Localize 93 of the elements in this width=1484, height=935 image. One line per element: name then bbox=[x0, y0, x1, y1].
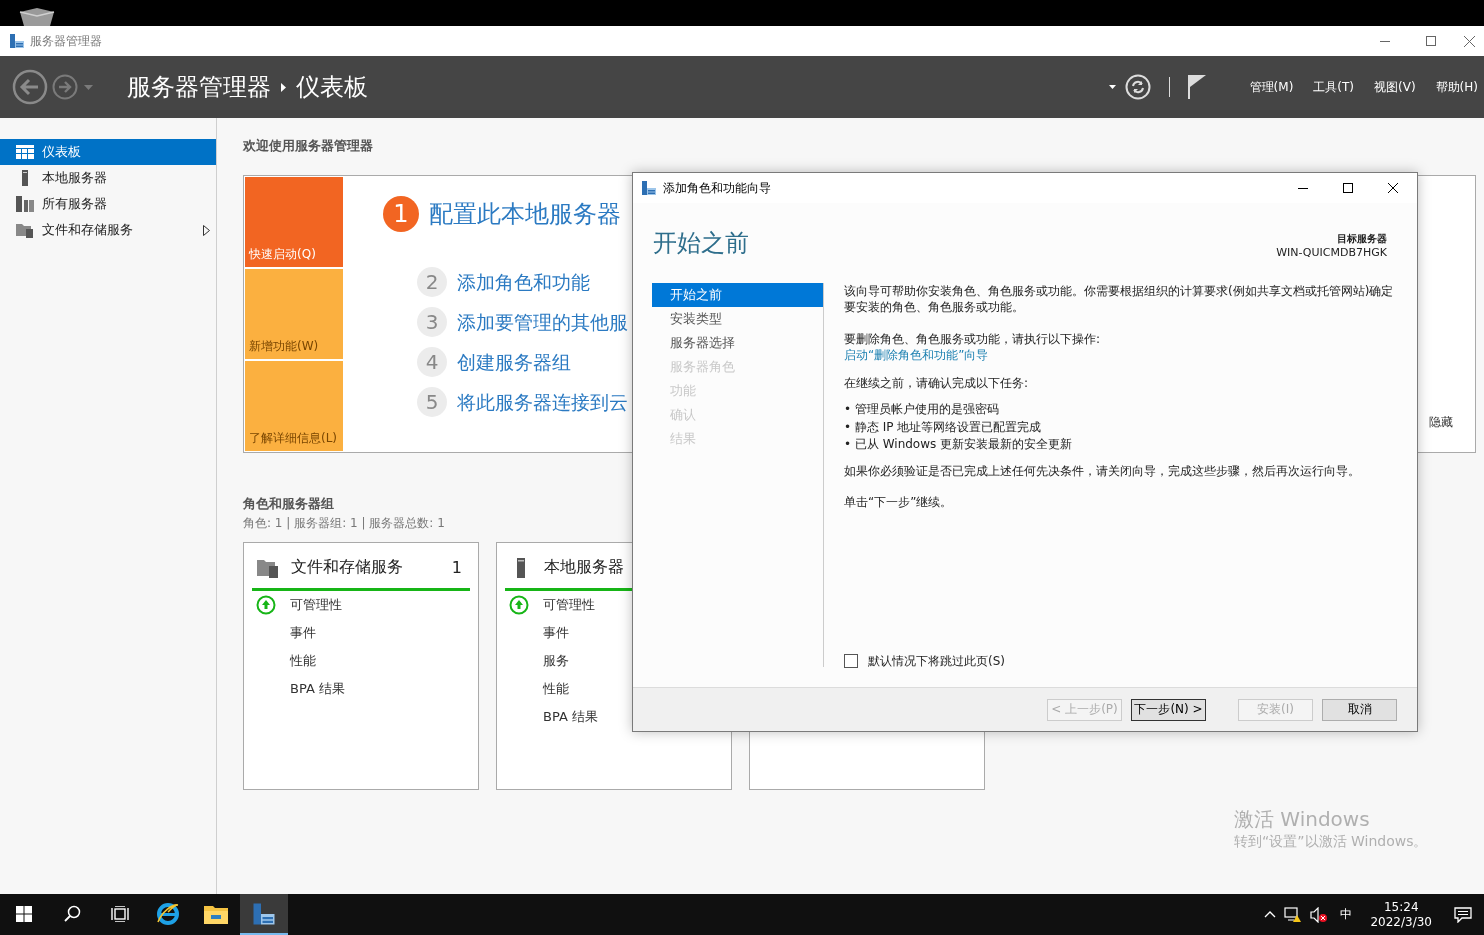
wizard-step[interactable]: 开始之前 bbox=[652, 283, 823, 307]
back-button[interactable] bbox=[12, 69, 48, 105]
sidebar-item[interactable]: 本地服务器 bbox=[0, 165, 216, 191]
menu-item[interactable]: 管理(M) bbox=[1249, 78, 1294, 96]
card-item[interactable]: 事件 bbox=[290, 624, 316, 642]
step-number: 4 bbox=[417, 347, 447, 377]
prerequisite-note: 如果你必须验证是否已完成上述任何先决条件，请关闭向导，完成这些步骤，然后再次运行向导。 bbox=[844, 462, 1361, 479]
section-heading: 欢迎使用服务器管理器 bbox=[243, 137, 373, 155]
tasks-intro: 在继续之前，请确认完成以下任务: bbox=[844, 375, 1030, 391]
wizard-step[interactable]: 安装类型 bbox=[652, 307, 823, 331]
card-item[interactable]: 服务 bbox=[543, 652, 569, 670]
clock[interactable]: 15:24 2022/3/30 bbox=[1364, 899, 1438, 930]
target-server-label: 目标服务器 bbox=[1337, 232, 1387, 246]
input-method-indicator[interactable]: 中 bbox=[1336, 906, 1357, 923]
breadcrumb-item: 服务器管理器 bbox=[127, 72, 271, 103]
card-item[interactable]: 可管理性 bbox=[290, 596, 342, 614]
dialog-button[interactable]: 下一步(N) > bbox=[1131, 698, 1206, 721]
desktop-icon bbox=[18, 8, 56, 26]
volume-muted-icon[interactable] bbox=[1310, 906, 1329, 923]
task-item: • 管理员帐户使用的是强密码 bbox=[844, 401, 1000, 418]
task-item: • 已从 Windows 更新安装最新的安全更新 bbox=[844, 436, 1074, 453]
section-heading: 角色和服务器组 bbox=[243, 495, 334, 513]
sidebar-item[interactable]: 所有服务器 bbox=[0, 191, 216, 217]
menu-item[interactable]: 工具(T) bbox=[1313, 78, 1355, 96]
wizard-step[interactable]: 服务器选择 bbox=[652, 331, 823, 355]
servers-icon bbox=[16, 196, 34, 212]
minimize-icon bbox=[1297, 187, 1308, 189]
network-warning-icon[interactable] bbox=[1284, 906, 1303, 923]
breadcrumb-separator-icon bbox=[281, 82, 286, 92]
browser-icon bbox=[156, 901, 180, 926]
remove-wizard-link[interactable]: 启动“删除角色和功能”向导 bbox=[844, 347, 1395, 363]
card-item[interactable]: 可管理性 bbox=[543, 596, 595, 614]
app-icon bbox=[9, 33, 25, 49]
checkbox-label[interactable]: 默认情况下将跳过此页(S) bbox=[868, 653, 1005, 669]
card-item[interactable]: 性能 bbox=[290, 652, 316, 670]
remove-instruction: 要删除角色、角色服务或功能，请执行以下操作: bbox=[844, 331, 1102, 347]
folder-icon bbox=[204, 903, 228, 924]
windows-logo-icon bbox=[16, 905, 32, 922]
dialog-title: 添加角色和功能向导 bbox=[663, 179, 771, 197]
step-link[interactable]: 配置此本地服务器 bbox=[429, 198, 621, 230]
sidebar-item[interactable]: 仪表板 bbox=[0, 139, 216, 165]
minimize-icon bbox=[1380, 40, 1390, 42]
continue-hint: 单击“下一步”继续。 bbox=[844, 493, 954, 510]
intro-text: 该向导可帮助你安装角色、角色服务或功能。你需要根据组织的计算要求(例如共享文档或托管网站)确定要安装的角色、角色服务或功能。 bbox=[844, 283, 1395, 315]
maximize-icon bbox=[1342, 183, 1353, 193]
chevron-up-icon[interactable] bbox=[1264, 911, 1277, 918]
dialog-button[interactable]: 取消 bbox=[1322, 698, 1397, 721]
server-manager-icon bbox=[252, 901, 276, 926]
refresh-icon[interactable] bbox=[1124, 74, 1151, 100]
expand-icon[interactable] bbox=[203, 224, 210, 236]
step-link[interactable]: 添加要管理的其他服 bbox=[457, 309, 628, 335]
card-title: 本地服务器 bbox=[544, 557, 624, 578]
step-number: 2 bbox=[417, 267, 447, 297]
wizard-heading: 开始之前 bbox=[653, 228, 749, 259]
roles-summary: 角色: 1 | 服务器组: 1 | 服务器总数: 1 bbox=[243, 515, 446, 532]
close-icon bbox=[1463, 35, 1475, 47]
dashboard-icon bbox=[16, 145, 34, 159]
card-item[interactable]: 事件 bbox=[543, 624, 569, 642]
activation-title: 激活 Windows bbox=[1234, 806, 1371, 833]
quick-start-tile[interactable]: 新增功能(W) bbox=[245, 269, 343, 359]
flag-icon[interactable] bbox=[1187, 75, 1206, 99]
step-number: 3 bbox=[417, 307, 447, 337]
step-link[interactable]: 添加角色和功能 bbox=[457, 269, 590, 295]
sidebar-item[interactable]: 文件和存储服务 bbox=[0, 217, 216, 243]
card-title: 文件和存储服务 bbox=[291, 557, 403, 578]
card-item[interactable]: 性能 bbox=[543, 680, 569, 698]
activation-hint: 转到“设置”以激活 Windows。 bbox=[1234, 833, 1428, 851]
wizard-icon bbox=[641, 180, 657, 196]
task-view-icon bbox=[111, 905, 129, 922]
step-number: 1 bbox=[383, 196, 419, 232]
dropdown-icon[interactable] bbox=[1108, 85, 1116, 89]
quick-start-tile[interactable]: 了解详细信息(L) bbox=[245, 361, 343, 451]
taskbar-app[interactable] bbox=[240, 894, 288, 935]
card-item[interactable]: BPA 结果 bbox=[543, 708, 598, 726]
checkbox[interactable] bbox=[844, 654, 858, 668]
card-count: 1 bbox=[451, 558, 462, 577]
maximize-icon bbox=[1426, 36, 1436, 46]
notification-icon[interactable] bbox=[1454, 906, 1472, 923]
step-link[interactable]: 将此服务器连接到云 bbox=[457, 389, 628, 415]
target-server-name: WIN-QUICMDB7HGK bbox=[1276, 246, 1387, 259]
step-link[interactable]: 创建服务器组 bbox=[457, 349, 571, 375]
search-icon bbox=[63, 905, 81, 922]
breadcrumb-item: 仪表板 bbox=[296, 72, 368, 103]
menu-item[interactable]: 帮助(H) bbox=[1435, 78, 1478, 96]
menu-item[interactable]: 视图(V) bbox=[1374, 78, 1416, 96]
folder-server-icon bbox=[16, 222, 34, 238]
task-item: • 静态 IP 地址等网络设置已配置完成 bbox=[844, 418, 1043, 436]
close-icon bbox=[1387, 183, 1398, 193]
step-number: 5 bbox=[417, 387, 447, 417]
card-item[interactable]: BPA 结果 bbox=[290, 680, 345, 698]
hide-link[interactable]: 隐藏 bbox=[1429, 414, 1453, 431]
window-title: 服务器管理器 bbox=[30, 32, 102, 50]
folder-server-icon bbox=[257, 557, 279, 578]
